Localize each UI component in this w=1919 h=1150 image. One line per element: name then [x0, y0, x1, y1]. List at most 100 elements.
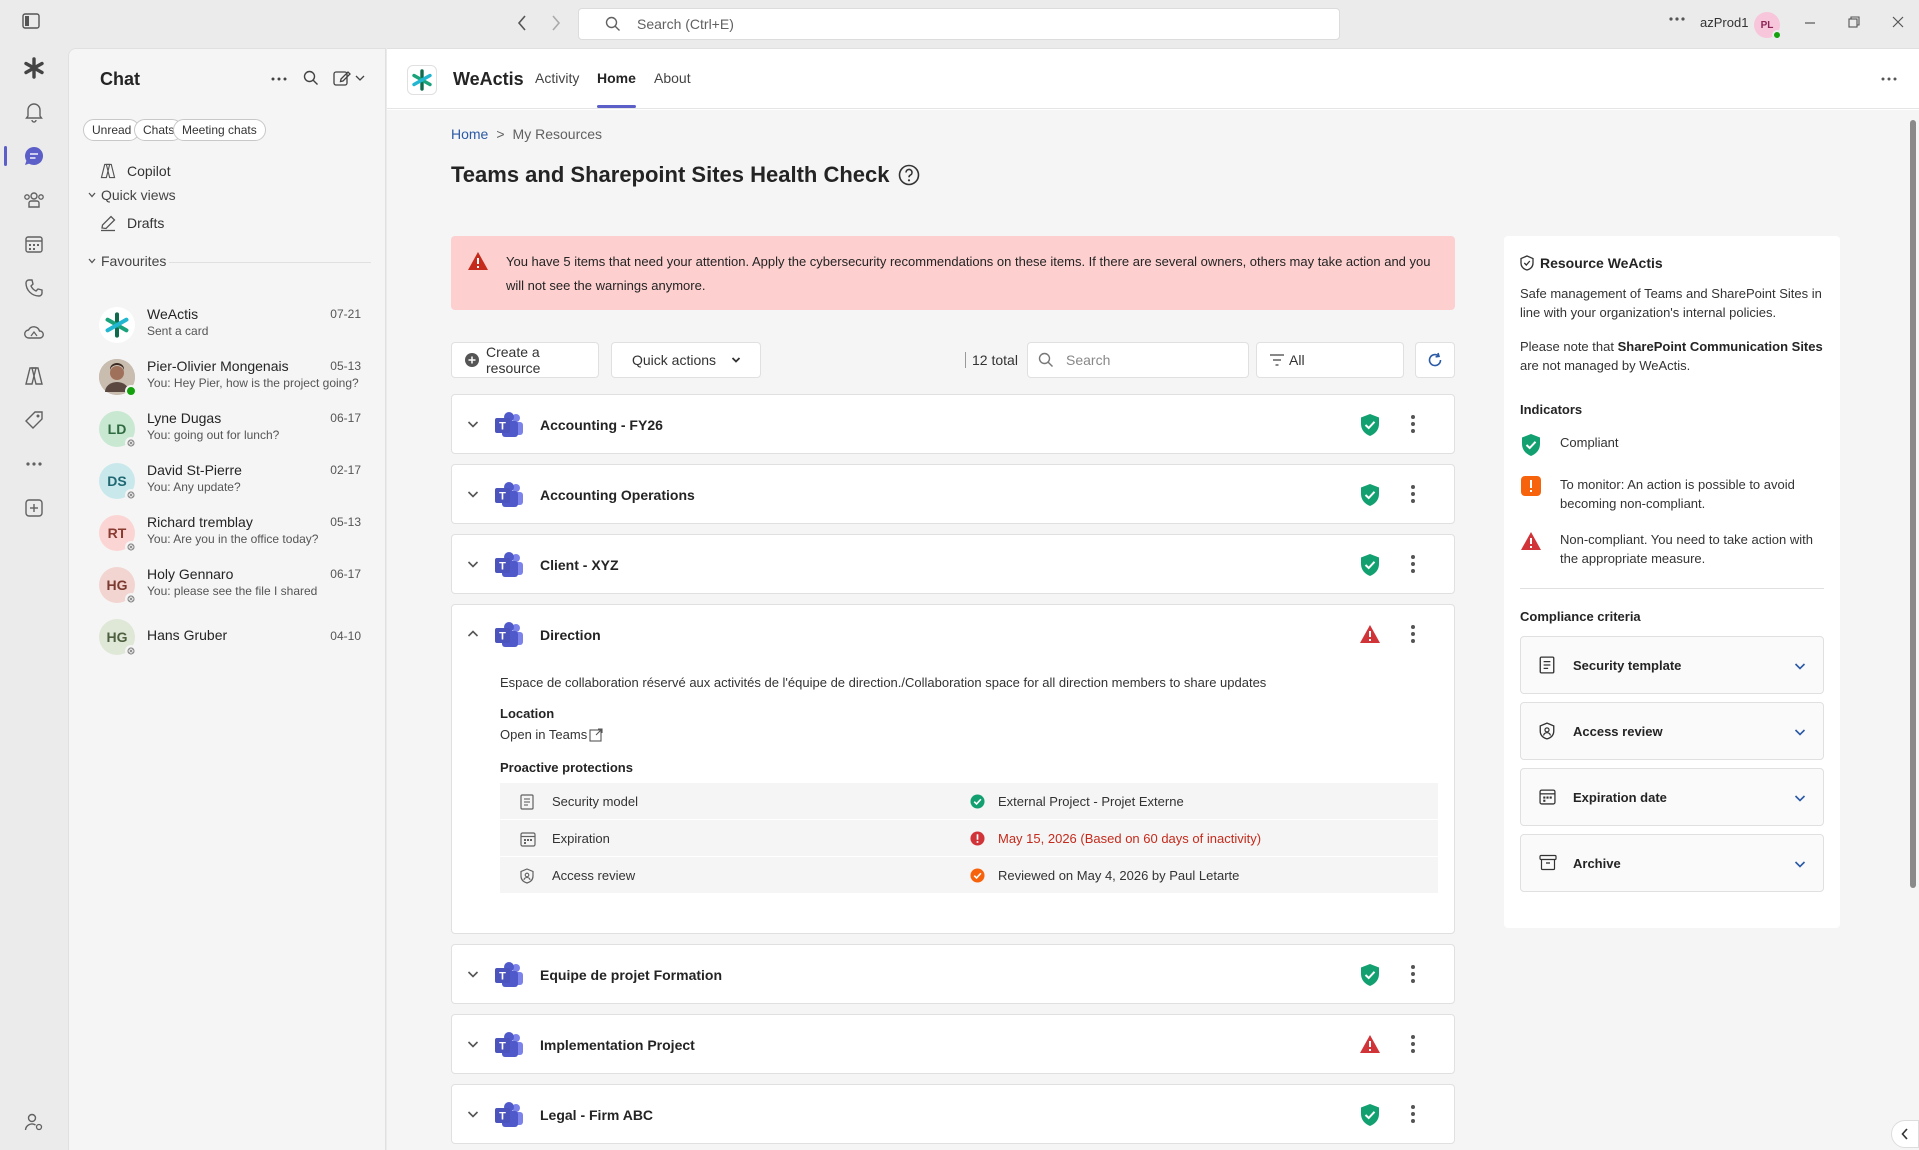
more-vertical-icon[interactable]: [1410, 483, 1416, 505]
close-icon[interactable]: [1892, 16, 1904, 28]
resource-card-header[interactable]: T Equipe de projet Formation: [452, 945, 1454, 1005]
chat-name: Pier-Olivier Mongenais: [147, 358, 289, 374]
protection-name: Security model: [552, 794, 638, 809]
chevron-down-icon[interactable]: [466, 557, 480, 571]
chat-date: 07-21: [330, 307, 361, 321]
chat-name: David St-Pierre: [147, 462, 242, 478]
resource-card-header[interactable]: T Implementation Project: [452, 1015, 1454, 1075]
global-search-input[interactable]: Search (Ctrl+E): [578, 8, 1340, 40]
more-vertical-icon[interactable]: [1410, 1103, 1416, 1125]
app-header: WeActis Activity Home About: [387, 49, 1919, 109]
tab-about[interactable]: About: [654, 70, 691, 108]
monitor-warning-icon: [1521, 476, 1541, 496]
more-options-icon[interactable]: [1668, 16, 1686, 22]
chevron-down-icon[interactable]: [466, 417, 480, 431]
more-vertical-icon[interactable]: [1410, 553, 1416, 575]
forward-arrow-icon[interactable]: [550, 14, 562, 32]
rail-activity[interactable]: [0, 92, 68, 132]
minimize-icon[interactable]: [1804, 16, 1816, 28]
resource-card-header[interactable]: T Legal - Firm ABC: [452, 1085, 1454, 1145]
create-resource-button[interactable]: Create a resource: [451, 342, 599, 378]
content-scrollbar[interactable]: [1907, 110, 1919, 1150]
resource-search-input[interactable]: Search: [1027, 342, 1249, 378]
error-circle-icon: [970, 831, 985, 846]
rail-calendar[interactable]: [0, 224, 68, 264]
compliant-shield-icon: [1361, 484, 1379, 506]
breadcrumb-separator: >: [496, 126, 505, 142]
copilot-row[interactable]: Copilot: [99, 162, 171, 180]
rail-copilot[interactable]: [0, 356, 68, 396]
criteria-archive[interactable]: Archive: [1520, 834, 1824, 892]
tab-activity[interactable]: Activity: [535, 70, 579, 108]
chat-item-weactis[interactable]: WeActis Sent a card 07-21: [99, 303, 361, 349]
more-vertical-icon[interactable]: [1410, 963, 1416, 985]
chat-preview: You: Are you in the office today?: [147, 532, 319, 546]
quick-views-toggle[interactable]: Quick views: [87, 187, 176, 203]
scrollbar-thumb[interactable]: [1910, 120, 1916, 888]
protection-value: May 15, 2026 (Based on 60 days of inacti…: [998, 831, 1262, 846]
open-in-teams-link[interactable]: Open in Teams: [500, 727, 1440, 742]
restore-icon[interactable]: [1848, 16, 1860, 28]
filter-unread[interactable]: Unread: [83, 119, 141, 141]
bell-icon: [25, 103, 43, 123]
chat-item-lyne-dugas[interactable]: LD Lyne Dugas You: going out for lunch? …: [99, 407, 361, 453]
chat-more-icon[interactable]: [271, 77, 287, 81]
chevron-down-icon[interactable]: [466, 967, 480, 981]
chevron-down-icon[interactable]: [466, 1107, 480, 1121]
check-circle-warning-icon: [970, 868, 985, 883]
breadcrumb-home-link[interactable]: Home: [451, 126, 488, 142]
rail-chat[interactable]: [0, 136, 68, 176]
chat-item-hans-gruber[interactable]: HG Hans Gruber 04-10: [99, 615, 361, 661]
copilot-icon: [25, 367, 43, 385]
rail-apps-tag[interactable]: [0, 400, 68, 440]
rail-add-apps[interactable]: [0, 488, 68, 528]
help-icon[interactable]: [898, 164, 920, 186]
account-name[interactable]: azProd1: [1700, 15, 1748, 30]
resource-search-placeholder: Search: [1066, 352, 1111, 368]
sidebar-toggle-icon[interactable]: [22, 13, 40, 29]
indicator-text: Non-compliant. You need to take action w…: [1560, 532, 1813, 566]
avatar-initials: LD: [107, 421, 127, 437]
favourites-toggle[interactable]: Favourites: [87, 253, 166, 269]
calendar-icon: [25, 236, 43, 253]
rail-weactis[interactable]: [0, 48, 68, 88]
resource-card-header[interactable]: T Client - XYZ: [452, 535, 1454, 595]
chevron-down-icon[interactable]: [466, 487, 480, 501]
resource-card-header[interactable]: T Accounting - FY26: [452, 395, 1454, 455]
chat-item-richard-tremblay[interactable]: RT Richard tremblay You: Are you in the …: [99, 511, 361, 557]
pier-olivier-avatar: [99, 359, 137, 397]
quick-actions-dropdown[interactable]: Quick actions: [611, 342, 761, 378]
filter-meeting-chats[interactable]: Meeting chats: [173, 119, 266, 141]
resource-filter-dropdown[interactable]: All: [1256, 342, 1404, 378]
new-chat-icon[interactable]: [333, 69, 367, 87]
rail-calls[interactable]: [0, 268, 68, 308]
drafts-row[interactable]: Drafts: [99, 214, 164, 232]
resource-card-header[interactable]: T Direction: [452, 605, 1454, 665]
user-avatar[interactable]: PL: [1754, 12, 1782, 40]
chat-item-holy-gennaro[interactable]: HG Holy Gennaro You: please see the file…: [99, 563, 361, 609]
tab-home[interactable]: Home: [597, 70, 636, 108]
rail-teams[interactable]: [0, 180, 68, 220]
resource-card-header[interactable]: T Accounting Operations: [452, 465, 1454, 525]
chat-search-icon[interactable]: [303, 70, 319, 86]
criteria-security-template[interactable]: Security template: [1520, 636, 1824, 694]
back-arrow-icon[interactable]: [516, 14, 528, 32]
chat-item-david-st-pierre[interactable]: DS David St-Pierre You: Any update? 02-1…: [99, 459, 361, 505]
more-vertical-icon[interactable]: [1410, 623, 1416, 645]
rail-account[interactable]: [0, 1102, 68, 1142]
side-panel-toggle[interactable]: [1891, 1120, 1919, 1148]
criteria-heading: Compliance criteria: [1520, 609, 1641, 624]
criteria-access-review[interactable]: Access review: [1520, 702, 1824, 760]
rail-onedrive[interactable]: [0, 312, 68, 352]
chevron-down-icon[interactable]: [466, 1037, 480, 1051]
non-compliant-warning-icon: [1360, 625, 1380, 643]
more-vertical-icon[interactable]: [1410, 413, 1416, 435]
chat-item-pier-olivier[interactable]: Pier-Olivier Mongenais You: Hey Pier, ho…: [99, 355, 361, 401]
criteria-expiration-date[interactable]: Expiration date: [1520, 768, 1824, 826]
app-more-icon[interactable]: [1881, 69, 1897, 81]
resource-info-panel: Resource WeActis Safe management of Team…: [1504, 236, 1840, 928]
chevron-up-icon[interactable]: [466, 627, 480, 641]
more-vertical-icon[interactable]: [1410, 1033, 1416, 1055]
rail-more[interactable]: [0, 444, 68, 484]
refresh-button[interactable]: [1415, 342, 1455, 378]
